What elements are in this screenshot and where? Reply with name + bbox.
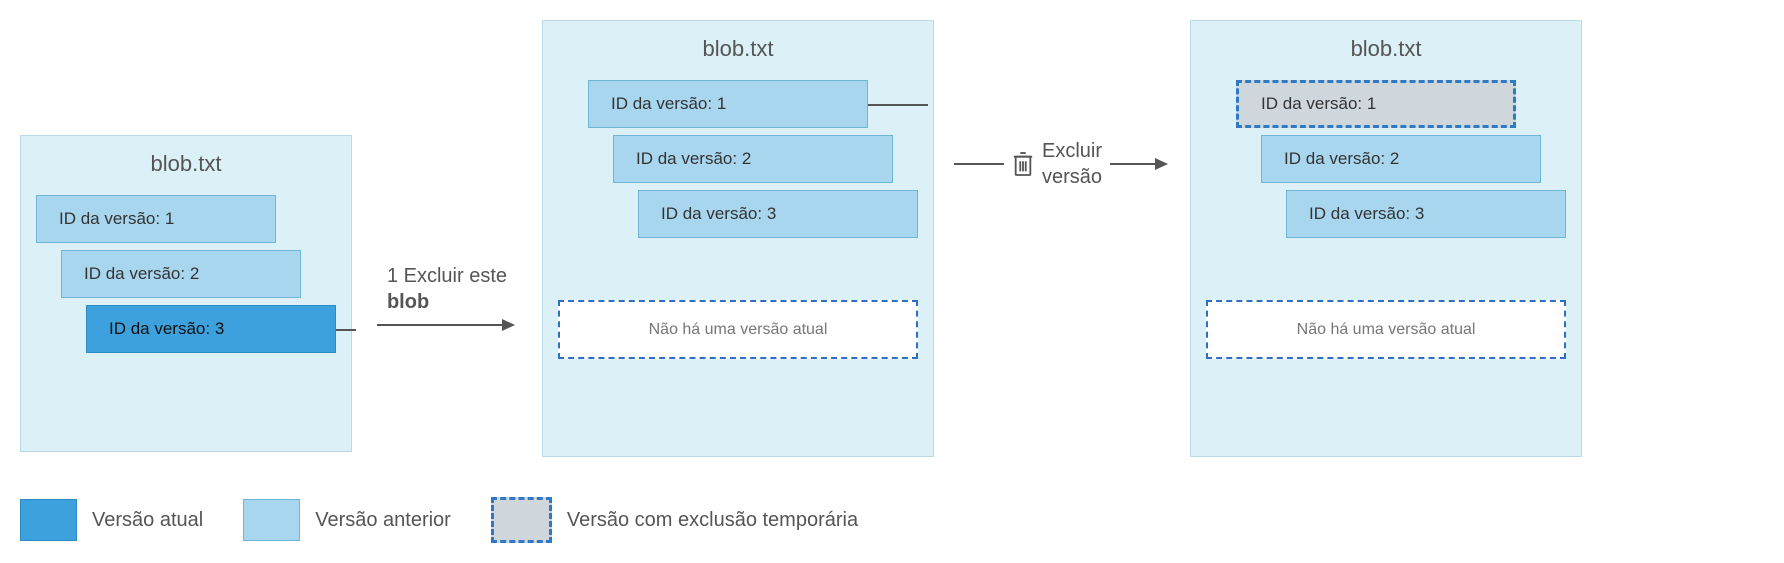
- action-2-text-1: Excluir: [1042, 140, 1102, 162]
- panel-3-stack: ID da versão: 1 ID da versão: 2 ID da ve…: [1206, 80, 1566, 260]
- legend-item-softdeleted: Versão com exclusão temporária: [491, 497, 858, 543]
- no-current-box: Não há uma versão atual: [1206, 300, 1566, 359]
- arrow-segment-right: [1110, 154, 1170, 174]
- panel-2: blob.txt ID da versão: 1 ID da versão: 2…: [542, 20, 934, 457]
- panel-2-stack: ID da versão: 1 ID da versão: 2 ID da ve…: [558, 80, 918, 260]
- legend-item-current: Versão atual: [20, 499, 203, 541]
- legend-swatch-previous: [243, 499, 300, 541]
- version-card-prev: ID da versão: 1: [588, 80, 868, 128]
- action-1-label: 1 Excluir este blob: [387, 263, 507, 315]
- arrow-icon: [377, 315, 517, 335]
- panel-3-title: blob.txt: [1206, 36, 1566, 62]
- arrow-segment-left: [954, 154, 1004, 174]
- action-2-line: Excluir versão: [954, 138, 1170, 190]
- action-2: Excluir versão: [954, 138, 1170, 190]
- version-card-softdeleted: ID da versão: 1: [1236, 80, 1516, 128]
- action-1-text-1: 1 Excluir este: [387, 265, 507, 287]
- panel-1-title: blob.txt: [36, 151, 336, 177]
- legend-swatch-current: [20, 499, 77, 541]
- legend-swatch-softdeleted: [491, 497, 552, 543]
- action-2-text-2: versão: [1042, 166, 1102, 188]
- panel-2-title: blob.txt: [558, 36, 918, 62]
- legend-label-previous: Versão anterior: [315, 509, 451, 532]
- action-1: 1 Excluir este blob: [372, 263, 522, 335]
- version-card-current: ID da versão: 3: [86, 305, 336, 353]
- panel-3: blob.txt ID da versão: 1 ID da versão: 2…: [1190, 20, 1582, 457]
- version-card-prev: ID da versão: 3: [1286, 190, 1566, 238]
- trash-icon: [1012, 151, 1034, 177]
- diagram-row: blob.txt ID da versão: 1 ID da versão: 2…: [20, 20, 1764, 457]
- no-current-box: Não há uma versão atual: [558, 300, 918, 359]
- action-1-text-2: blob: [387, 291, 429, 313]
- panel-1: blob.txt ID da versão: 1 ID da versão: 2…: [20, 135, 352, 452]
- action-2-label: Excluir versão: [1042, 138, 1102, 190]
- version-card-prev: ID da versão: 2: [1261, 135, 1541, 183]
- connector-line: [868, 104, 928, 106]
- version-card-prev: ID da versão: 1: [36, 195, 276, 243]
- version-card-prev: ID da versão: 3: [638, 190, 918, 238]
- legend-label-current: Versão atual: [92, 509, 203, 532]
- legend-label-softdeleted: Versão com exclusão temporária: [567, 509, 858, 532]
- connector-line: [336, 329, 356, 331]
- legend: Versão atual Versão anterior Versão com …: [20, 497, 1764, 543]
- panel-1-stack: ID da versão: 1 ID da versão: 2 ID da ve…: [36, 195, 336, 375]
- legend-item-previous: Versão anterior: [243, 499, 451, 541]
- version-card-prev: ID da versão: 2: [613, 135, 893, 183]
- version-card-prev: ID da versão: 2: [61, 250, 301, 298]
